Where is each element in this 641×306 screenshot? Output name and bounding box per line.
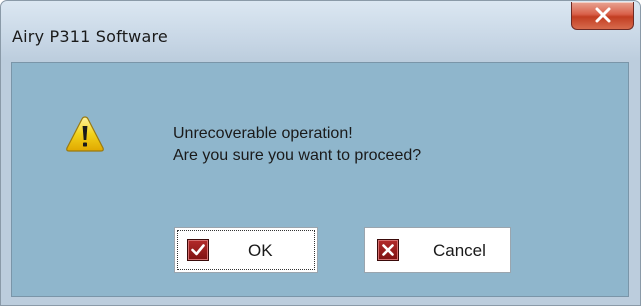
cancel-button[interactable]: Cancel [364,227,511,273]
message-line-2: Are you sure you want to proceed? [173,147,422,164]
ok-button-label: OK [248,241,273,260]
title-bar[interactable]: Airy P311 Software [1,1,640,63]
ok-button[interactable]: OK [174,227,318,273]
warning-icon [65,115,105,153]
close-button[interactable] [571,2,634,30]
message-line-1: Unrecoverable operation! [173,125,353,142]
close-icon [595,7,611,23]
x-icon [377,239,399,261]
dialog-body: Unrecoverable operation! Are you sure yo… [11,62,629,297]
cancel-button-label: Cancel [433,241,486,260]
window-title: Airy P311 Software [12,27,168,46]
check-icon [187,239,209,261]
dialog-window: Airy P311 Software Unrecoverable operati… [0,0,641,306]
dialog-message: Unrecoverable operation! Are you sure yo… [173,123,421,167]
